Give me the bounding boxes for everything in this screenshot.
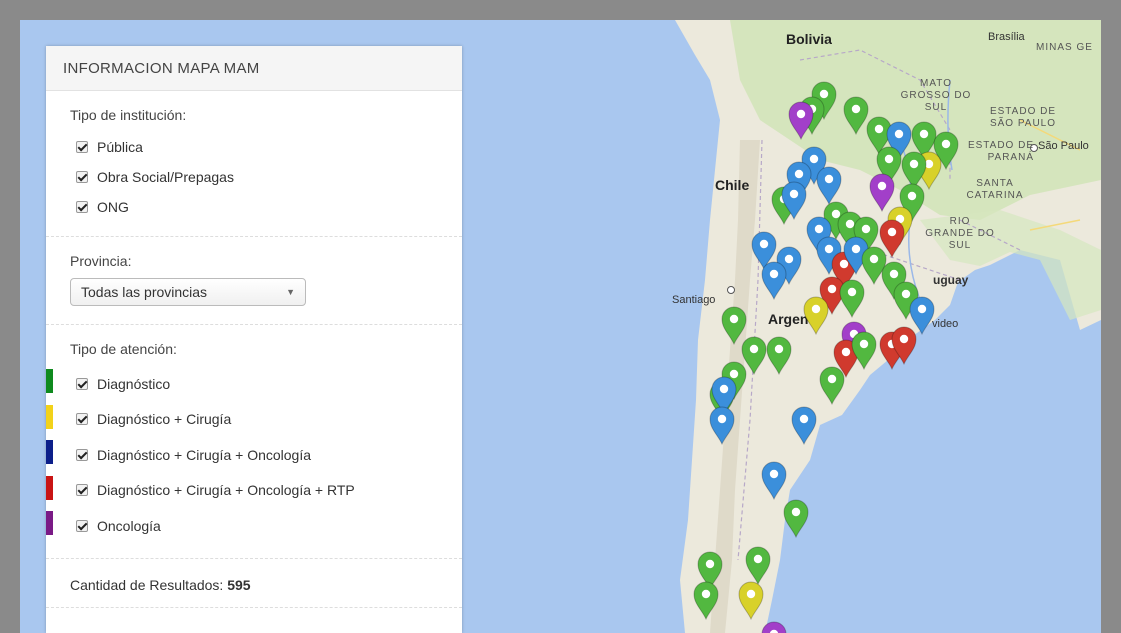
map-marker-blue[interactable] [780, 180, 808, 220]
city-dot-santiago [727, 286, 735, 294]
province-section: Provincia: Todas las provincias ▼ [46, 237, 462, 325]
checkbox-diagnostico-cirugia-oncologia-rtp[interactable]: Diagnóstico + Cirugía + Oncología + RTP [46, 473, 438, 509]
map-pin-icon [745, 546, 771, 585]
attention-section: Tipo de atención: Diagnóstico Diagnóstic… [46, 325, 462, 559]
map-pin-icon [761, 261, 787, 300]
results-line: Cantidad de Resultados: 595 [70, 577, 438, 593]
checkbox-label: Diagnóstico + Cirugía + Oncología + RTP [97, 482, 355, 499]
results-count: 595 [227, 576, 251, 593]
checkbox-diagnostico-cirugia-oncologia[interactable]: Diagnóstico + Cirugía + Oncología [46, 437, 438, 473]
map-pin-icon [791, 406, 817, 445]
checkbox-icon[interactable] [76, 413, 88, 426]
label-bolivia: Bolivia [786, 31, 832, 47]
label-riogrande: RIO GRANDE DO SUL [925, 216, 995, 251]
map-pin-icon [851, 331, 877, 370]
map-pin-icon [781, 181, 807, 220]
map-pin-icon [816, 166, 842, 205]
map-pin-icon [709, 406, 735, 445]
map-pin-icon [766, 336, 792, 375]
checkbox-label: Oncología [97, 517, 161, 534]
label-saopaulo-state: ESTADO DE SÃO PAULO [989, 106, 1057, 129]
province-select[interactable]: Todas las provincias ▼ [70, 278, 306, 306]
map-pin-icon [803, 296, 829, 335]
label-brasilia: Brasília [988, 31, 1025, 43]
checkbox-ong[interactable]: ONG [70, 192, 438, 222]
color-swatch-navy [46, 440, 53, 464]
label-uruguay: uguay [933, 273, 969, 287]
map-marker-blue[interactable] [708, 405, 736, 445]
map-marker-purple[interactable] [760, 620, 788, 633]
map-pin-icon [839, 279, 865, 318]
map-marker-blue[interactable] [790, 405, 818, 445]
map-pin-icon [891, 326, 917, 365]
map-marker-green[interactable] [765, 335, 793, 375]
map-marker-green[interactable] [818, 365, 846, 405]
checkbox-label: Pública [97, 139, 143, 155]
label-matogrosso: MATO GROSSO DO SUL [900, 78, 972, 113]
label-parana: ESTADO DE PARANÁ [967, 140, 1034, 163]
map-pin-icon [761, 461, 787, 500]
checkbox-icon[interactable] [76, 201, 88, 213]
map-marker-green[interactable] [692, 580, 720, 620]
checkbox-icon[interactable] [76, 484, 88, 497]
label-santiago: Santiago [672, 294, 716, 306]
checkbox-diagnostico-cirugia[interactable]: Diagnóstico + Cirugía [46, 402, 438, 438]
map-marker-blue[interactable] [760, 260, 788, 300]
map-marker-yellow[interactable] [802, 295, 830, 335]
institution-section: Tipo de institución: Pública Obra Social… [46, 91, 462, 237]
chevron-down-icon: ▼ [286, 287, 295, 297]
map-marker-green[interactable] [838, 278, 866, 318]
map-marker-blue[interactable] [760, 460, 788, 500]
checkbox-publica[interactable]: Pública [70, 132, 438, 162]
map-pin-icon [738, 581, 764, 620]
map-pin-icon [788, 101, 814, 140]
checkbox-label: Diagnóstico [97, 375, 171, 392]
checkbox-label: Diagnóstico + Cirugía [97, 411, 232, 428]
map-pin-icon [783, 499, 809, 538]
label-minas: MINAS GE [1036, 42, 1093, 53]
checkbox-label: ONG [97, 199, 129, 215]
checkbox-oncologia[interactable]: Oncología [46, 508, 438, 544]
checkbox-icon[interactable] [76, 141, 88, 153]
checkbox-diagnostico[interactable]: Diagnóstico [46, 366, 438, 402]
checkbox-label: Obra Social/Prepagas [97, 169, 234, 185]
map-marker-green[interactable] [744, 545, 772, 585]
panel-title: INFORMACION MAPA MAM [46, 46, 462, 91]
map-pin-icon [693, 581, 719, 620]
results-section: Cantidad de Resultados: 595 [46, 559, 462, 608]
checkbox-icon[interactable] [76, 171, 88, 183]
province-label: Provincia: [70, 253, 132, 269]
checkbox-icon[interactable] [76, 377, 88, 390]
map-marker-purple[interactable] [787, 100, 815, 140]
institution-label: Tipo de institución: [70, 107, 187, 123]
map-pin-icon [761, 621, 787, 633]
color-swatch-purple [46, 511, 53, 535]
province-selected: Todas las provincias [81, 284, 208, 300]
label-santacatarina: SANTA CATARINA [966, 178, 1024, 201]
map-marker-blue[interactable] [815, 165, 843, 205]
color-swatch-green [46, 369, 53, 393]
map-pin-icon [819, 366, 845, 405]
label-chile: Chile [715, 177, 750, 193]
map-marker-red[interactable] [890, 325, 918, 365]
label-saopaulo: São Paulo [1038, 140, 1089, 152]
color-swatch-yellow [46, 404, 53, 429]
map-marker-green[interactable] [850, 330, 878, 370]
map-marker-yellow[interactable] [737, 580, 765, 620]
color-swatch-red [46, 475, 53, 500]
checkbox-icon[interactable] [76, 448, 88, 461]
map-marker-green[interactable] [782, 498, 810, 538]
checkbox-obra-social[interactable]: Obra Social/Prepagas [70, 162, 438, 192]
checkbox-icon[interactable] [76, 519, 88, 532]
filter-panel: INFORMACION MAPA MAM Tipo de institución… [46, 46, 462, 633]
attention-label: Tipo de atención: [70, 341, 177, 357]
checkbox-label: Diagnóstico + Cirugía + Oncología [97, 446, 312, 463]
results-label: Cantidad de Resultados: [70, 576, 224, 593]
